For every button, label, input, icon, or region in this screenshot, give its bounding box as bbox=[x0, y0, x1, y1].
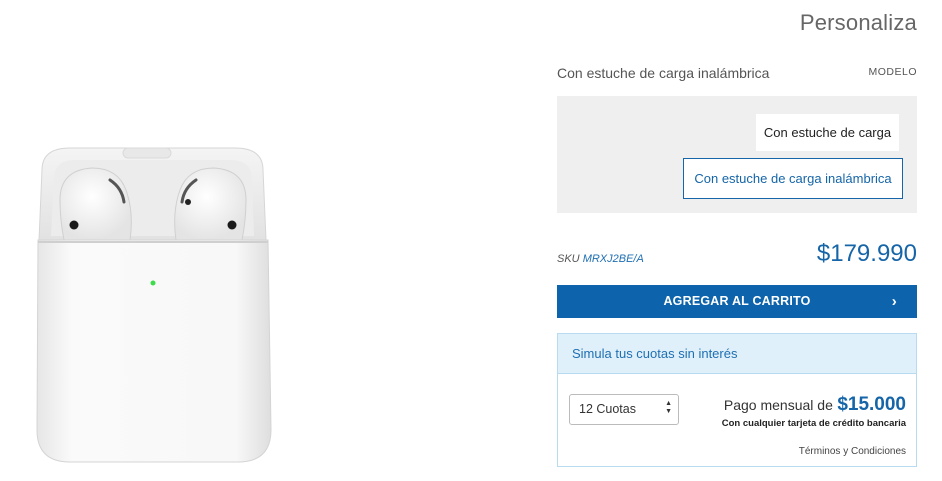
sku-code: MRXJ2BE/A bbox=[582, 253, 644, 265]
add-to-cart-label: AGREGAR AL CARRITO bbox=[663, 294, 811, 308]
option-charging-case[interactable]: Con estuche de carga bbox=[756, 114, 899, 151]
monthly-payment-label: Pago mensual de bbox=[723, 397, 833, 413]
add-to-cart-button[interactable]: AGREGAR AL CARRITO › bbox=[557, 285, 917, 318]
monthly-payment-value: $15.000 bbox=[837, 394, 906, 415]
page-title: Personaliza bbox=[799, 10, 917, 35]
model-selected-value: Con estuche de carga inalámbrica bbox=[557, 65, 770, 81]
chevron-right-icon: › bbox=[891, 293, 897, 310]
model-options: Con estuche de carga Con estuche de carg… bbox=[557, 96, 917, 213]
airpods-case-image bbox=[36, 147, 272, 463]
sku-label: SKU bbox=[557, 253, 580, 265]
card-note: Con cualquier tarjeta de crédito bancari… bbox=[721, 418, 906, 429]
product-image bbox=[30, 140, 280, 470]
model-row: Con estuche de carga inalámbrica MODELO bbox=[557, 62, 917, 84]
simulator-header: Simula tus cuotas sin interés bbox=[558, 334, 916, 374]
sku: SKU MRXJ2BE/A bbox=[557, 253, 644, 265]
terms-link[interactable]: Términos y Condiciones bbox=[799, 446, 906, 457]
model-label: MODELO bbox=[868, 66, 917, 78]
select-updown-icon: ▲ ▼ bbox=[665, 400, 672, 415]
monthly-payment: Pago mensual de $15.000 bbox=[724, 394, 906, 416]
product-price: $179.990 bbox=[816, 240, 917, 267]
status-light-icon bbox=[150, 280, 156, 286]
installments-select[interactable]: 12 Cuotas ▲ ▼ bbox=[569, 394, 679, 425]
option-wireless-charging-case[interactable]: Con estuche de carga inalámbrica bbox=[683, 158, 903, 199]
installments-select-value: 12 Cuotas bbox=[579, 402, 636, 416]
installment-simulator: Simula tus cuotas sin interés 12 Cuotas … bbox=[557, 333, 917, 467]
